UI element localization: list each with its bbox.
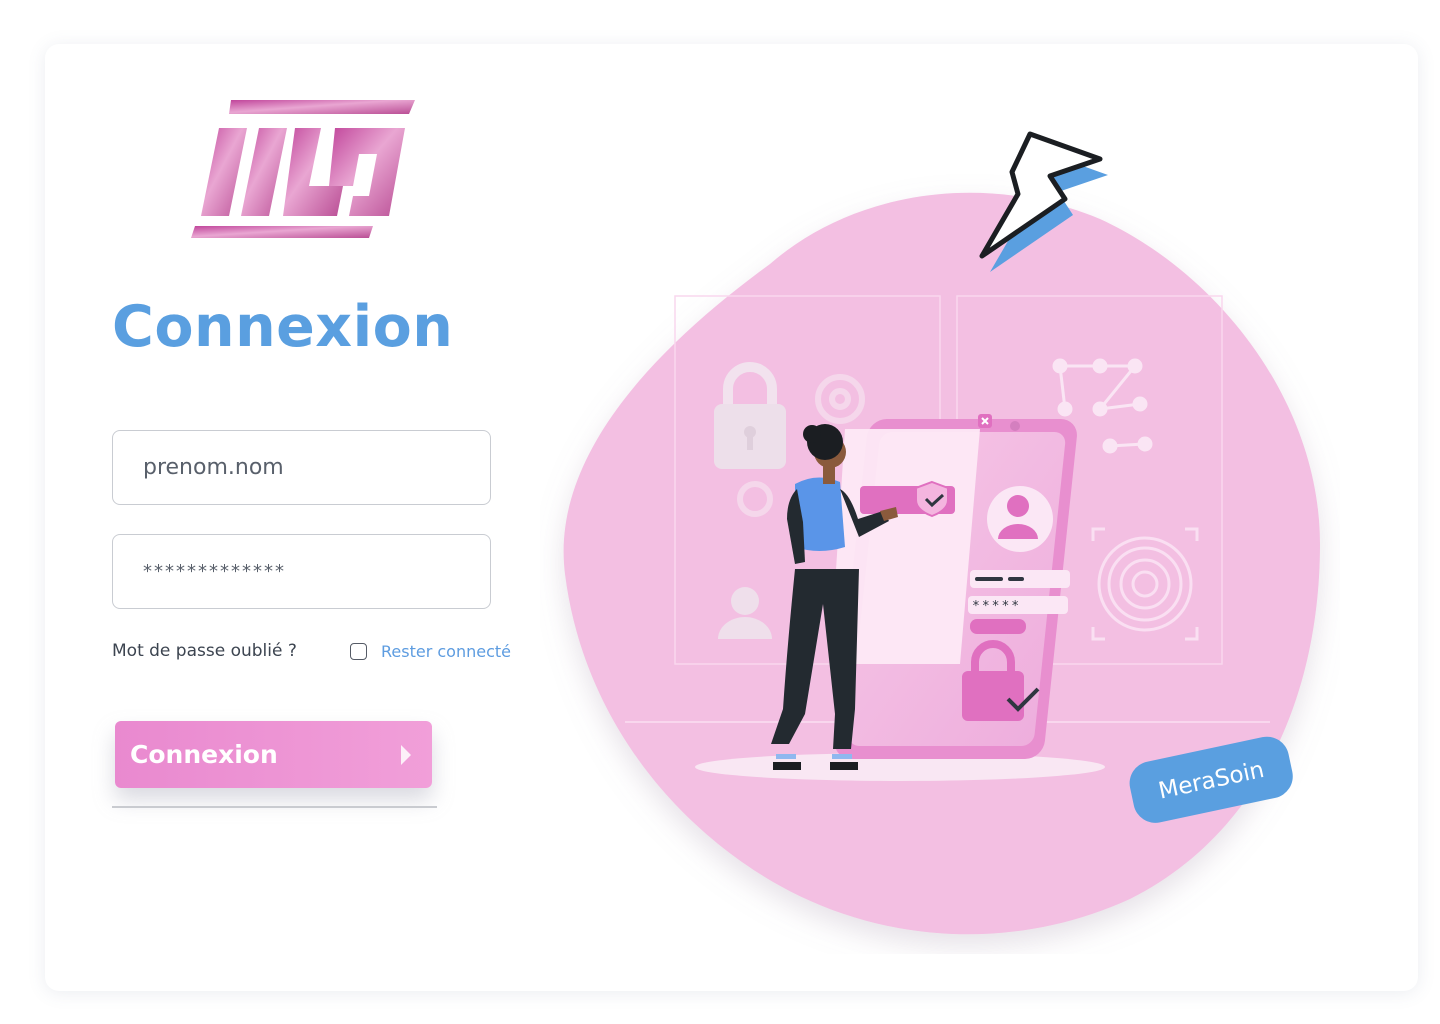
login-button[interactable]: Connexion xyxy=(115,721,432,788)
username-value: prenom.nom xyxy=(143,455,284,480)
forgot-password-link[interactable]: Mot de passe oublié ? xyxy=(112,641,297,661)
page-title: Connexion xyxy=(112,294,454,360)
phone-password-mask: ***** xyxy=(972,599,1021,614)
password-field[interactable]: ************* xyxy=(112,534,491,609)
password-value: ************* xyxy=(143,561,286,582)
security-illustration: ***** MeraSoin xyxy=(563,131,1320,935)
remember-checkbox[interactable] xyxy=(350,643,367,660)
brand-logo xyxy=(191,100,415,238)
arrow-right-icon xyxy=(401,745,411,765)
username-field[interactable]: prenom.nom xyxy=(112,430,491,505)
login-card: Connexion prenom.nom ************* Mot d… xyxy=(45,44,1418,991)
remember-label[interactable]: Rester connecté xyxy=(381,642,511,661)
remember-me[interactable]: Rester connecté xyxy=(350,642,511,661)
divider xyxy=(112,806,437,808)
login-button-label: Connexion xyxy=(130,740,278,769)
